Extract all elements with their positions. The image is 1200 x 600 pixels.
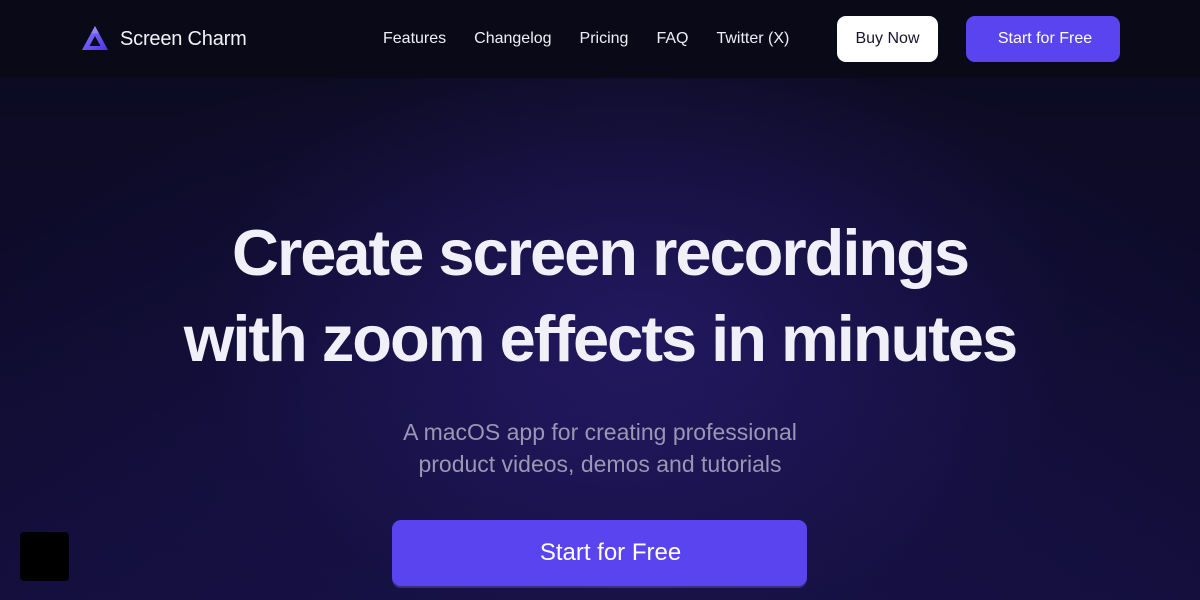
nav-link-features[interactable]: Features	[383, 30, 446, 48]
hero-subtitle: A macOS app for creating professional pr…	[0, 416, 1200, 480]
hero-title: Create screen recordings with zoom effec…	[0, 210, 1200, 382]
hero-subtitle-line-1: A macOS app for creating professional	[403, 419, 797, 445]
hero-start-for-free-button[interactable]: Start for Free	[392, 520, 807, 586]
nav-link-changelog[interactable]: Changelog	[474, 30, 551, 48]
brand-link[interactable]: Screen Charm	[80, 24, 247, 54]
top-navigation: Screen Charm Features Changelog Pricing …	[0, 0, 1200, 78]
corner-widget[interactable]	[20, 532, 69, 581]
brand-name: Screen Charm	[120, 27, 247, 50]
nav-link-pricing[interactable]: Pricing	[580, 30, 629, 48]
nav-link-faq[interactable]: FAQ	[656, 30, 688, 48]
nav-start-for-free-button[interactable]: Start for Free	[966, 16, 1120, 62]
hero-title-line-1: Create screen recordings	[232, 216, 970, 289]
hero-subtitle-line-2: product videos, demos and tutorials	[418, 451, 782, 477]
buy-now-button[interactable]: Buy Now	[837, 16, 938, 62]
hero-title-line-2: with zoom effects in minutes	[183, 302, 1018, 375]
nav-link-twitter[interactable]: Twitter (X)	[716, 30, 789, 48]
triangle-logo-icon	[80, 24, 110, 54]
nav-links: Features Changelog Pricing FAQ Twitter (…	[383, 28, 789, 50]
landing-page: Screen Charm Features Changelog Pricing …	[0, 0, 1200, 600]
